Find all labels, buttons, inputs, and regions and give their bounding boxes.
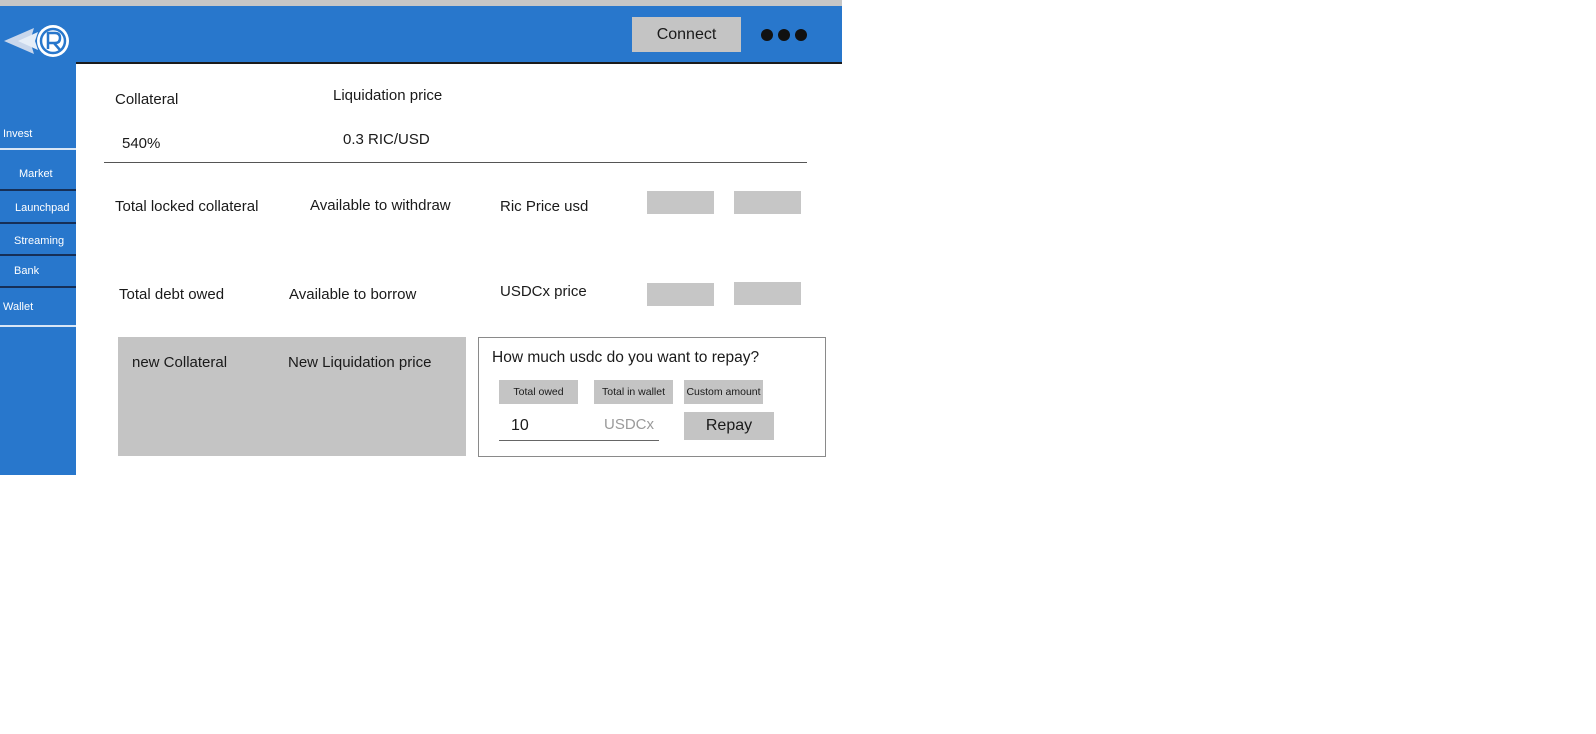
amount-input-underline bbox=[499, 440, 659, 441]
sidebar-item-label: Wallet bbox=[3, 301, 34, 313]
sidebar-item-streaming[interactable]: Streaming bbox=[0, 235, 90, 247]
sidebar-separator bbox=[0, 222, 76, 224]
more-dots-icon[interactable] bbox=[760, 26, 808, 44]
repay-button[interactable]: Repay bbox=[684, 412, 774, 440]
ric-price-label: Ric Price usd bbox=[500, 198, 589, 215]
total-debt-owed-label: Total debt owed bbox=[119, 286, 225, 303]
usdcx-price-box bbox=[647, 283, 714, 306]
sidebar-item-bank[interactable]: Bank bbox=[0, 265, 90, 277]
sidebar-item-launchpad[interactable]: Launchpad bbox=[0, 202, 91, 214]
summary-divider bbox=[104, 162, 807, 163]
repay-panel: How much usdc do you want to repay? Tota… bbox=[478, 337, 826, 457]
ric-price-box bbox=[647, 191, 714, 214]
new-collateral-label: new Collateral bbox=[132, 354, 228, 371]
header-divider bbox=[76, 62, 842, 64]
liquidation-price-label: Liquidation price bbox=[333, 87, 443, 104]
repay-question: How much usdc do you want to repay? bbox=[492, 349, 760, 366]
collateral-value: 540% bbox=[122, 135, 161, 152]
collateral-label: Collateral bbox=[115, 91, 179, 108]
repay-amount-input[interactable] bbox=[499, 414, 599, 438]
sidebar-separator bbox=[0, 325, 76, 327]
sidebar-item-wallet[interactable]: Wallet bbox=[0, 301, 79, 313]
sidebar-separator bbox=[0, 286, 76, 288]
liquidation-price-value: 0.3 RIC/USD bbox=[343, 131, 430, 148]
sidebar-item-label: Launchpad bbox=[15, 202, 70, 214]
usdcx-price-box-secondary bbox=[734, 282, 801, 305]
sidebar-item-invest[interactable]: Invest bbox=[0, 128, 79, 140]
unit-label: USDCx bbox=[604, 416, 655, 433]
usdcx-price-label: USDCx price bbox=[500, 283, 587, 300]
new-liquidation-price-label: New Liquidation price bbox=[288, 354, 432, 371]
sidebar-item-label: Invest bbox=[3, 128, 33, 140]
available-to-withdraw-label: Available to withdraw bbox=[310, 197, 451, 214]
sidebar-item-label: Market bbox=[19, 168, 53, 180]
total-in-wallet-button[interactable]: Total in wallet bbox=[594, 380, 673, 404]
ric-price-box-secondary bbox=[734, 191, 801, 214]
sidebar-separator bbox=[0, 148, 76, 150]
sidebar-item-label: Streaming bbox=[14, 235, 65, 247]
new-position-panel: new Collateral New Liquidation price bbox=[118, 337, 466, 456]
custom-amount-button[interactable]: Custom amount bbox=[684, 380, 763, 404]
app-header: Connect bbox=[0, 6, 842, 62]
sidebar-separator bbox=[0, 189, 76, 191]
total-owed-button[interactable]: Total owed bbox=[499, 380, 578, 404]
available-to-borrow-label: Available to borrow bbox=[289, 286, 417, 303]
connect-button[interactable]: Connect bbox=[632, 17, 741, 52]
sidebar-separator bbox=[0, 254, 76, 256]
ricochet-logo-icon[interactable] bbox=[4, 20, 70, 62]
sidebar: Invest Market Launchpad Streaming Bank W… bbox=[0, 62, 76, 475]
sidebar-item-market[interactable]: Market bbox=[0, 168, 95, 180]
total-locked-collateral-label: Total locked collateral bbox=[115, 198, 259, 215]
sidebar-item-label: Bank bbox=[14, 265, 40, 277]
